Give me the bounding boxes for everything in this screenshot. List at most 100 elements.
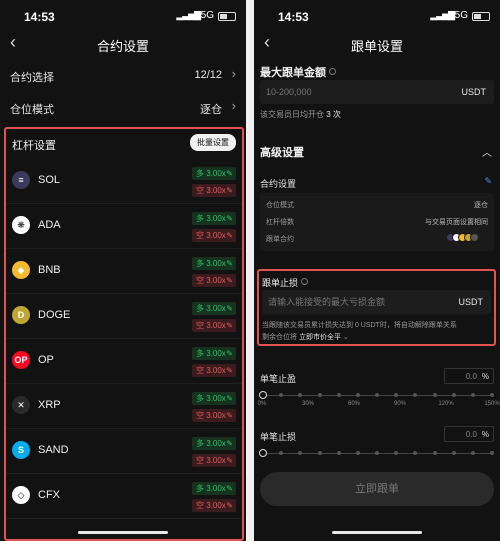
info-icon[interactable] bbox=[301, 278, 309, 285]
long-leverage-value: 3.00x bbox=[206, 394, 226, 403]
contract-settings-label: 合约设置 bbox=[260, 179, 297, 189]
take-profit-field[interactable]: 0.0 % bbox=[444, 368, 494, 384]
long-leverage-button[interactable]: 多 3.00x ✎ bbox=[192, 482, 236, 495]
short-leverage-button[interactable]: 空 3.00x ✎ bbox=[192, 184, 236, 197]
contract-select-row[interactable]: 合约选择 12/12 › bbox=[10, 66, 236, 86]
slider-tick-label: 30% bbox=[301, 401, 315, 407]
single-stop-loss-field[interactable]: 0.0 % bbox=[444, 426, 494, 442]
detail-row-leverage: 杠杆倍数 与交易页面设置相同 bbox=[266, 217, 488, 231]
close-position-option[interactable]: 立即市价全平 bbox=[299, 334, 341, 341]
advanced-settings-label: 高级设置 bbox=[260, 147, 304, 159]
long-leverage-button[interactable]: 多 3.00x ✎ bbox=[192, 392, 236, 405]
status-bar: 14:53 ▂▃▅▇ 5G bbox=[254, 0, 500, 30]
coin-row-ada: ❋ ADA 多 3.00x ✎ 空 3.00x ✎ bbox=[6, 204, 242, 249]
detail-label: 跟单合约 bbox=[266, 236, 294, 243]
slider-tick bbox=[451, 393, 456, 397]
single-stop-loss-slider[interactable] bbox=[259, 449, 494, 466]
stop-loss-field[interactable]: USDT bbox=[262, 290, 491, 314]
long-leverage-button[interactable]: 多 3.00x ✎ bbox=[192, 257, 236, 270]
long-leverage-value: 3.00x bbox=[206, 169, 226, 178]
slider-knob[interactable] bbox=[259, 449, 267, 457]
long-leverage-button[interactable]: 多 3.00x ✎ bbox=[192, 167, 236, 180]
short-leverage-button[interactable]: 空 3.00x ✎ bbox=[192, 229, 236, 242]
slider-tick bbox=[394, 393, 399, 397]
slider-tick bbox=[394, 451, 399, 455]
signal-icon: ▂▃▅▇ bbox=[176, 10, 201, 20]
short-leverage-button[interactable]: 空 3.00x ✎ bbox=[192, 454, 236, 467]
max-amount-input[interactable] bbox=[266, 80, 416, 104]
coin-logo-icon: D bbox=[12, 306, 30, 324]
detail-row-copy-contracts: 跟单合约 bbox=[266, 233, 488, 248]
coin-name: OP bbox=[38, 354, 54, 366]
short-leverage-button[interactable]: 空 3.00x ✎ bbox=[192, 409, 236, 422]
long-leverage-button[interactable]: 多 3.00x ✎ bbox=[192, 437, 236, 450]
detail-label: 杠杆倍数 bbox=[266, 219, 294, 226]
nav-bar: ‹ 合约设置 bbox=[0, 30, 246, 58]
edit-icon: ✎ bbox=[226, 456, 233, 465]
slider-tick bbox=[279, 393, 284, 397]
edit-icon: ✎ bbox=[226, 321, 233, 330]
short-leverage-button[interactable]: 空 3.00x ✎ bbox=[192, 364, 236, 377]
slider-tick bbox=[470, 393, 475, 397]
coin-name: SAND bbox=[38, 444, 69, 456]
short-leverage-button[interactable]: 空 3.00x ✎ bbox=[192, 274, 236, 287]
long-prefix: 多 bbox=[196, 394, 204, 403]
coin-logo-icon: S bbox=[12, 441, 30, 459]
page-title: 合约设置 bbox=[96, 39, 149, 54]
long-prefix: 多 bbox=[196, 484, 204, 493]
network-label: 5G bbox=[454, 10, 468, 21]
slider-knob[interactable] bbox=[259, 391, 267, 399]
long-prefix: 多 bbox=[196, 214, 204, 223]
copy-stop-loss-panel: 跟单止损 USDT 当跟随该交易员累计损失达到 0 USDT时，将自动解除跟单关… bbox=[257, 269, 496, 346]
network-label: 5G bbox=[200, 10, 214, 21]
long-leverage-button[interactable]: 多 3.00x ✎ bbox=[192, 212, 236, 225]
status-time: 14:53 bbox=[278, 10, 309, 24]
follow-now-button[interactable]: 立即跟单 bbox=[260, 472, 494, 506]
position-mode-row[interactable]: 仓位模式 逐仓 › bbox=[10, 98, 236, 118]
slider-tick bbox=[490, 393, 494, 397]
stop-loss-unit: USDT bbox=[458, 297, 484, 307]
coin-name: DOGE bbox=[38, 309, 71, 321]
edit-icon[interactable]: ✎ bbox=[484, 176, 492, 187]
contract-settings-screen: 14:53 ▂▃▅▇ 5G ‹ 合约设置 合约选择 12/12 › 仓位模式 逐… bbox=[0, 0, 246, 541]
slider-tick-label: 90% bbox=[393, 401, 407, 407]
slider-tick-label: 120% bbox=[438, 401, 454, 407]
home-indicator bbox=[332, 531, 422, 534]
short-leverage-value: 3.00x bbox=[206, 411, 226, 420]
long-leverage-button[interactable]: 多 3.00x ✎ bbox=[192, 347, 236, 360]
long-prefix: 多 bbox=[196, 349, 204, 358]
info-icon[interactable] bbox=[329, 68, 336, 75]
chevron-up-icon[interactable]: ︿ bbox=[482, 144, 492, 159]
daily-open-hint-prefix: 该交易员日均开仓 bbox=[260, 110, 324, 119]
short-leverage-button[interactable]: 空 3.00x ✎ bbox=[192, 319, 236, 332]
slider-tick bbox=[317, 393, 322, 397]
short-prefix: 空 bbox=[196, 186, 204, 195]
coin-logo-icon: ◇ bbox=[12, 486, 30, 504]
edit-icon: ✎ bbox=[226, 394, 233, 403]
long-leverage-button[interactable]: 多 3.00x ✎ bbox=[192, 302, 236, 315]
daily-open-hint: 该交易员日均开仓 3 次 bbox=[260, 109, 341, 120]
short-leverage-button[interactable]: 空 3.00x ✎ bbox=[192, 499, 236, 512]
coin-icons-stack bbox=[446, 233, 488, 243]
edit-icon: ✎ bbox=[226, 259, 233, 268]
contract-select-label: 合约选择 bbox=[10, 72, 54, 84]
take-profit-slider[interactable]: 0% 30% 60% 90% 120% 150% bbox=[258, 391, 500, 408]
slider-tick bbox=[432, 393, 437, 397]
batch-settings-button[interactable]: 批量设置 bbox=[190, 134, 236, 151]
take-profit-value: 0.0 bbox=[465, 372, 477, 381]
coin-row-xrp: ✕ XRP 多 3.00x ✎ 空 3.00x ✎ bbox=[6, 384, 242, 429]
single-stop-loss-value: 0.0 bbox=[465, 430, 477, 439]
stop-loss-input[interactable] bbox=[268, 290, 438, 314]
long-prefix: 多 bbox=[196, 259, 204, 268]
edit-icon: ✎ bbox=[226, 501, 233, 510]
short-leverage-value: 3.00x bbox=[206, 231, 226, 240]
home-indicator bbox=[78, 531, 168, 534]
max-amount-field[interactable]: USDT bbox=[260, 80, 494, 104]
short-leverage-value: 3.00x bbox=[206, 321, 226, 330]
chevron-down-icon[interactable]: ⌄ bbox=[343, 334, 349, 341]
short-prefix: 空 bbox=[196, 456, 204, 465]
max-amount-text: 最大跟单金额 bbox=[260, 67, 326, 79]
leverage-title: 杠杆设置 bbox=[12, 140, 56, 152]
slider-tick-label: 60% bbox=[347, 401, 361, 407]
short-prefix: 空 bbox=[196, 411, 204, 420]
